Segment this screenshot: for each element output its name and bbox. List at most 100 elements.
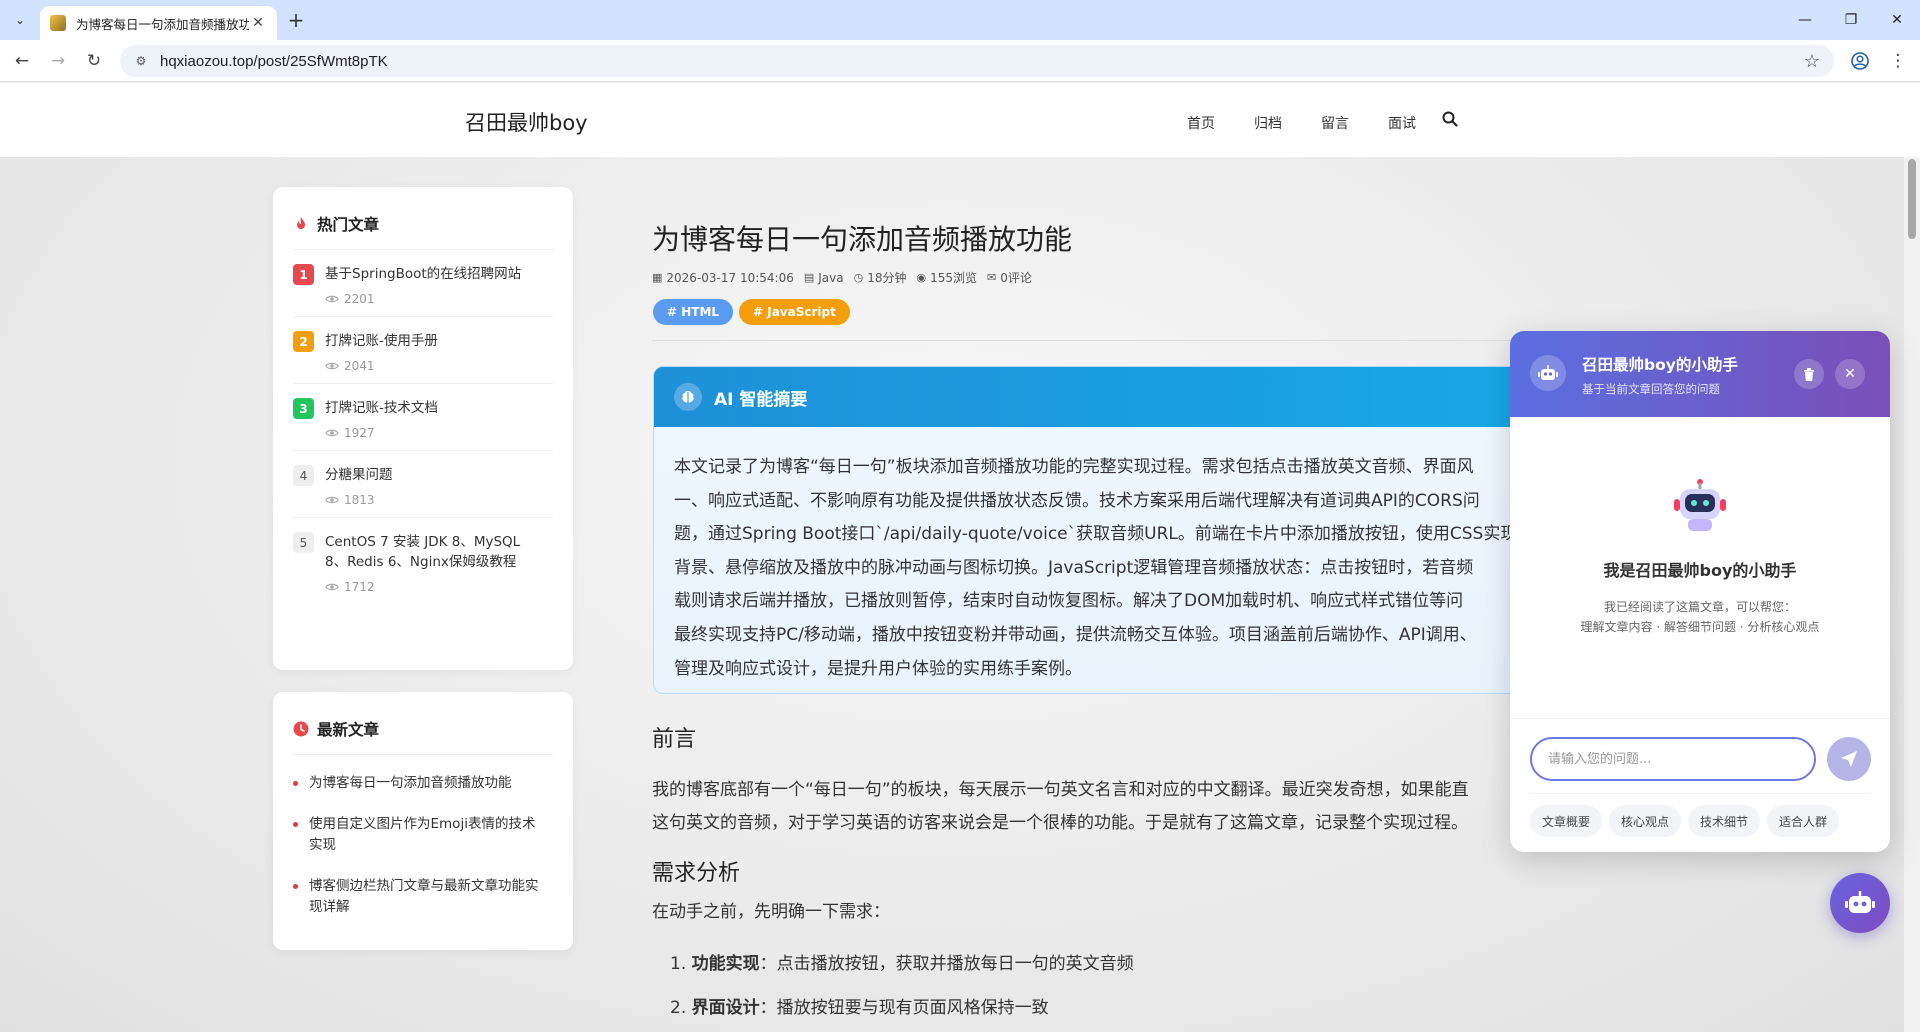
divider bbox=[1530, 793, 1870, 794]
hot-article-title[interactable]: 打牌记账-使用手册 bbox=[325, 331, 533, 351]
view-count: 2041 bbox=[344, 359, 375, 373]
hot-article-title[interactable]: CentOS 7 安装 JDK 8、MySQL 8、Redis 6、Nginx保… bbox=[325, 532, 533, 572]
nav-archive[interactable]: 归档 bbox=[1254, 113, 1282, 133]
view-count: 2201 bbox=[344, 292, 375, 306]
preface-paragraph: 我的博客底部有一个“每日一句”的板块，每天展示一句英文名言和对应的中文翻译。最近… bbox=[652, 774, 1552, 840]
favicon-icon bbox=[50, 15, 66, 31]
meta-date-text: 2026-03-17 10:54:06 bbox=[666, 270, 794, 285]
hot-article-item[interactable]: 4 分糖果问题 1813 bbox=[293, 451, 553, 518]
requirement-item-2: 2. 界面设计：播放按钮要与现有页面风格保持一致 bbox=[670, 993, 1049, 1018]
forward-arrow-icon[interactable]: → bbox=[46, 49, 70, 73]
eye-icon bbox=[325, 583, 339, 591]
chat-header: 召田最帅boy的小助手 基于当前文章回答您的问题 ✕ bbox=[1510, 331, 1890, 417]
profile-icon[interactable] bbox=[1848, 49, 1872, 73]
hot-article-views: 1813 bbox=[325, 493, 533, 507]
robot-mascot-icon bbox=[1674, 479, 1726, 531]
list-number: 1. bbox=[670, 954, 687, 974]
url-text[interactable]: hqxiaozou.top/post/25SfWmt8pTK bbox=[160, 53, 388, 70]
hot-articles-title: 热门文章 bbox=[317, 216, 380, 234]
ai-summary-line: 管理及响应式设计，是提升用户体验的实用练手案例。 bbox=[674, 658, 1082, 679]
new-article-item[interactable]: 为博客每日一句添加音频播放功能 bbox=[293, 763, 553, 804]
meta-views-text: 155浏览 bbox=[930, 271, 978, 285]
browser-tab-active[interactable]: 为博客每日一句添加音频播放功能 ✕ bbox=[40, 6, 277, 40]
chip-target-audience[interactable]: 适合人群 bbox=[1767, 805, 1840, 837]
tag-html[interactable]: # HTML bbox=[653, 299, 734, 325]
requirements-intro: 在动手之前，先明确一下需求： bbox=[652, 902, 890, 922]
ai-summary-line: 背景、悬停缩放及播放中的脉冲动画与图标切换。JavaScript逻辑管理音频播放… bbox=[674, 557, 1474, 578]
ai-summary-text: 本文记录了为博客“每日一句”板块添加音频播放功能的完整实现过程。需求包括点击播放… bbox=[654, 427, 1542, 686]
meta-category[interactable]: ▤ Java bbox=[804, 271, 844, 285]
article-divider bbox=[652, 340, 1532, 341]
browser-tab-strip: ⌄ 为博客每日一句添加音频播放功能 ✕ + — ❐ ✕ bbox=[0, 0, 1920, 40]
chat-question-input[interactable] bbox=[1530, 737, 1816, 781]
back-arrow-icon[interactable]: ← bbox=[10, 49, 34, 73]
scroll-thumb[interactable] bbox=[1908, 159, 1916, 239]
ai-summary-box: AI 智能摘要 本文记录了为博客“每日一句”板块添加音频播放功能的完整实现过程。… bbox=[653, 366, 1543, 694]
meta-date: ▦ 2026-03-17 10:54:06 bbox=[652, 271, 794, 285]
chat-description-line: 我已经阅读了这篇文章，可以帮您： bbox=[1603, 600, 1796, 614]
meta-comments[interactable]: ✉ 0评论 bbox=[987, 269, 1032, 286]
new-tab-icon[interactable]: + bbox=[284, 8, 308, 32]
hot-article-title[interactable]: 分糖果问题 bbox=[325, 465, 533, 485]
rank-badge: 5 bbox=[293, 532, 314, 553]
hot-article-title[interactable]: 打牌记账-技术文档 bbox=[325, 398, 533, 418]
hot-article-item[interactable]: 5 CentOS 7 安装 JDK 8、MySQL 8、Redis 6、Nginx… bbox=[293, 518, 553, 604]
chip-tech-details[interactable]: 技术细节 bbox=[1688, 805, 1761, 837]
preface-line: 这句英文的音频，对于学习英语的访客来说会是一个很棒的功能。于是就有了这篇文章，记… bbox=[652, 813, 1468, 833]
view-count: 1813 bbox=[344, 493, 375, 507]
tab-close-icon[interactable]: ✕ bbox=[249, 14, 267, 32]
search-icon[interactable] bbox=[1442, 111, 1458, 127]
address-bar[interactable]: ⚙ hqxiaozou.top/post/25SfWmt8pTK ☆ bbox=[120, 45, 1834, 77]
hot-article-title[interactable]: 基于SpringBoot的在线招聘网站 bbox=[325, 264, 533, 284]
hot-article-item[interactable]: 2 打牌记账-使用手册 2041 bbox=[293, 317, 553, 384]
reload-icon[interactable]: ↻ bbox=[82, 49, 106, 73]
eye-icon: ◉ bbox=[916, 271, 927, 284]
new-article-item[interactable]: 使用自定义图片作为Emoji表情的技术实现 bbox=[293, 804, 553, 866]
hot-article-item[interactable]: 3 打牌记账-技术文档 1927 bbox=[293, 384, 553, 451]
tab-search-chevron-icon[interactable]: ⌄ bbox=[8, 8, 32, 32]
chat-welcome-text: 我是召田最帅boy的小助手 bbox=[1603, 561, 1797, 580]
nav-home[interactable]: 首页 bbox=[1187, 113, 1215, 133]
article-title: 为博客每日一句添加音频播放功能 bbox=[652, 223, 1073, 256]
site-brand[interactable]: 召田最帅boy bbox=[465, 107, 588, 137]
chat-close-icon[interactable]: ✕ bbox=[1835, 359, 1865, 389]
chip-core-views[interactable]: 核心观点 bbox=[1609, 805, 1682, 837]
new-articles-list: 为博客每日一句添加音频播放功能 使用自定义图片作为Emoji表情的技术实现 博客侧边… bbox=[273, 755, 573, 928]
hot-article-views: 1927 bbox=[325, 426, 533, 440]
trash-icon[interactable] bbox=[1794, 359, 1824, 389]
meta-comments-text[interactable]: 0评论 bbox=[1000, 269, 1032, 286]
ai-summary-line: 一、响应式适配、不影响原有功能及提供播放状态反馈。技术方案采用后端代理解决有道词… bbox=[674, 490, 1480, 511]
minimize-icon[interactable]: — bbox=[1782, 0, 1828, 40]
nav-interview[interactable]: 面试 bbox=[1388, 113, 1416, 133]
chip-article-summary[interactable]: 文章概要 bbox=[1530, 805, 1603, 837]
send-button[interactable] bbox=[1827, 737, 1871, 781]
window-close-icon[interactable]: ✕ bbox=[1874, 0, 1920, 40]
meta-read-time-text: 18分钟 bbox=[867, 271, 907, 285]
rank-badge: 1 bbox=[293, 264, 314, 285]
comment-icon: ✉ bbox=[987, 271, 997, 284]
nav-guestbook[interactable]: 留言 bbox=[1321, 113, 1349, 133]
browser-toolbar: ← → ↻ ⚙ hqxiaozou.top/post/25SfWmt8pTK ☆… bbox=[0, 40, 1920, 82]
browser-menu-icon[interactable]: ⋮ bbox=[1886, 49, 1910, 73]
list-bold: 界面设计 bbox=[691, 998, 760, 1018]
assistant-launcher-button[interactable] bbox=[1830, 873, 1890, 933]
heading-requirements: 需求分析 bbox=[652, 861, 741, 886]
chat-messages-area: 我是召田最帅boy的小助手 我已经阅读了这篇文章，可以帮您： 理解文章内容 · … bbox=[1510, 417, 1890, 719]
requirement-item-1: 1. 功能实现：点击播放按钮，获取并播放每日一句的英文音频 bbox=[670, 949, 1134, 974]
page-scrollbar[interactable] bbox=[1904, 157, 1920, 1032]
new-article-item[interactable]: 博客侧边栏热门文章与最新文章功能实现详解 bbox=[293, 866, 553, 928]
rank-badge: 2 bbox=[293, 331, 314, 352]
assistant-chat-panel: 召田最帅boy的小助手 基于当前文章回答您的问题 ✕ 我是召田最帅boy的小助手… bbox=[1510, 331, 1890, 852]
site-info-icon[interactable]: ⚙ bbox=[132, 52, 150, 70]
hot-articles-list: 1 基于SpringBoot的在线招聘网站 2201 2 打牌记账-使用手册 2041 3 打… bbox=[273, 250, 573, 604]
restore-icon[interactable]: ❐ bbox=[1828, 0, 1874, 40]
bookmark-star-icon[interactable]: ☆ bbox=[1804, 51, 1820, 72]
meta-views: ◉ 155浏览 bbox=[917, 269, 978, 286]
view-count: 1927 bbox=[344, 426, 375, 440]
hot-article-item[interactable]: 1 基于SpringBoot的在线招聘网站 2201 bbox=[293, 250, 553, 317]
tag-javascript[interactable]: # JavaScript bbox=[739, 299, 850, 325]
meta-category-text[interactable]: Java bbox=[818, 271, 843, 285]
site-header: 召田最帅boy 首页 归档 留言 面试 bbox=[0, 83, 1920, 157]
robot-icon bbox=[1845, 891, 1875, 913]
tab-title: 为博客每日一句添加音频播放功能 bbox=[76, 16, 249, 32]
